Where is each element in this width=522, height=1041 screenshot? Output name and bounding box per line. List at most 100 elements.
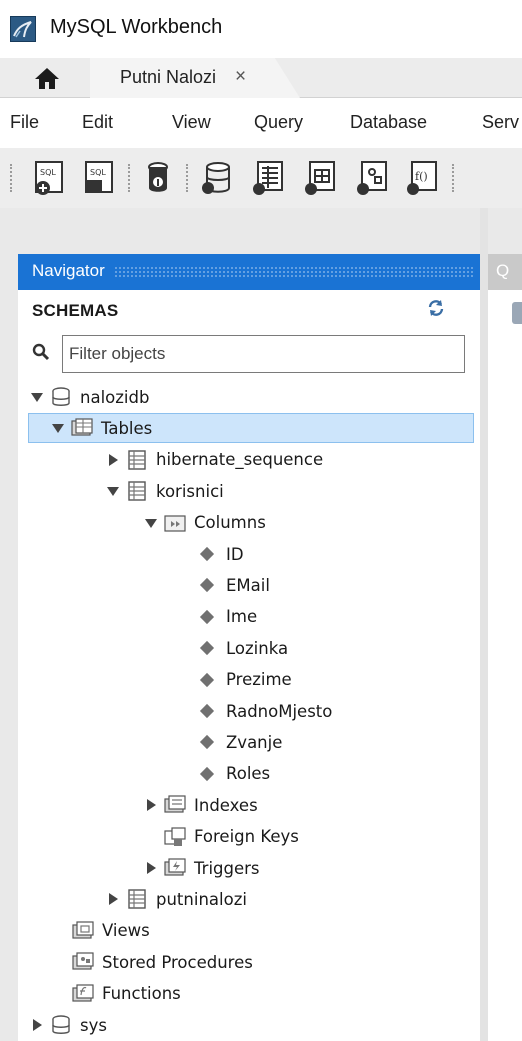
tree-item-label: ID bbox=[226, 544, 244, 564]
tree-item-label: Tables bbox=[101, 418, 153, 438]
window-title: MySQL Workbench bbox=[50, 16, 223, 38]
tree-item-sys[interactable]: sys bbox=[30, 1010, 107, 1040]
tree-item-views[interactable]: Views bbox=[30, 916, 150, 946]
menu-bar: File Edit View Query Database Serv bbox=[0, 98, 522, 148]
column-icon bbox=[199, 609, 215, 624]
tree-item-lozinka[interactable]: Lozinka bbox=[30, 633, 288, 663]
tree-item-stored-procedures[interactable]: Stored Procedures bbox=[30, 947, 253, 977]
table-icon bbox=[126, 888, 148, 910]
search-icon bbox=[32, 343, 50, 361]
menu-database[interactable]: Database bbox=[350, 112, 427, 133]
tree-item-hibernate-sequence[interactable]: hibernate_sequence bbox=[30, 445, 323, 475]
tree-item-foreign-keys[interactable]: Foreign Keys bbox=[30, 822, 299, 852]
toolbar-separator bbox=[186, 164, 188, 192]
close-icon[interactable]: × bbox=[235, 66, 246, 88]
query-panel bbox=[488, 254, 522, 1041]
database-icon bbox=[50, 1014, 72, 1036]
expand-arrow-icon[interactable] bbox=[106, 892, 120, 906]
column-icon bbox=[199, 766, 215, 781]
navigator-title: Navigator bbox=[32, 261, 105, 280]
expand-arrow-icon[interactable] bbox=[30, 1018, 44, 1032]
tree-item-prezime[interactable]: Prezime bbox=[30, 665, 292, 695]
tree-item-label: Zvanje bbox=[226, 732, 283, 752]
create-function-icon[interactable]: f() bbox=[402, 158, 442, 198]
tree-item-label: sys bbox=[80, 1015, 107, 1035]
menu-query[interactable]: Query bbox=[254, 112, 303, 133]
tree-item-korisnici[interactable]: korisnici bbox=[30, 476, 224, 506]
title-bar: MySQL Workbench bbox=[0, 0, 522, 58]
tree-item-label: Triggers bbox=[194, 858, 260, 878]
collapse-arrow-icon[interactable] bbox=[51, 421, 65, 435]
tab-putni-nalozi[interactable]: Putni Nalozi × bbox=[90, 58, 300, 98]
indexes-folder-icon bbox=[164, 794, 186, 816]
table-icon bbox=[126, 449, 148, 471]
open-sql-script-icon[interactable]: SQL bbox=[80, 158, 120, 198]
create-table-icon[interactable] bbox=[248, 158, 288, 198]
column-icon bbox=[199, 546, 215, 562]
menu-view[interactable]: View bbox=[172, 112, 211, 133]
column-icon bbox=[199, 578, 215, 593]
filter-objects-input[interactable] bbox=[62, 335, 465, 373]
schemas-label: SCHEMAS bbox=[32, 301, 119, 320]
tree-item-label: RadnoMjesto bbox=[226, 701, 333, 721]
menu-server[interactable]: Serv bbox=[482, 112, 519, 133]
tree-item-nalozidb[interactable]: nalozidb bbox=[30, 382, 149, 412]
tree-item-label: putninalozi bbox=[156, 889, 247, 909]
create-view-icon[interactable] bbox=[300, 158, 340, 198]
toolbar-separator bbox=[452, 164, 454, 192]
column-icon bbox=[199, 703, 215, 719]
home-tab[interactable] bbox=[18, 58, 98, 98]
menu-file[interactable]: File bbox=[10, 112, 39, 133]
tree-item-label: nalozidb bbox=[80, 387, 150, 407]
query-tab-label: Q bbox=[496, 261, 510, 280]
tree-item-label: EMail bbox=[226, 575, 270, 595]
database-icon bbox=[50, 386, 72, 408]
tables-folder-icon bbox=[71, 417, 93, 439]
expand-arrow-icon[interactable] bbox=[106, 453, 120, 467]
tree-item-label: Stored Procedures bbox=[102, 952, 253, 972]
create-procedure-icon[interactable] bbox=[352, 158, 392, 198]
tree-item-roles[interactable]: Roles bbox=[30, 759, 270, 789]
tree-item-triggers[interactable]: Triggers bbox=[30, 853, 260, 883]
panel-splitter[interactable] bbox=[480, 208, 488, 1041]
home-icon bbox=[35, 68, 59, 89]
tree-item-label: Foreign Keys bbox=[194, 827, 299, 847]
column-icon bbox=[199, 672, 215, 687]
svg-text:SQL: SQL bbox=[90, 168, 106, 177]
tree-item-label: Indexes bbox=[194, 795, 258, 815]
svg-text:f(): f() bbox=[415, 170, 428, 183]
tree-item-label: hibernate_sequence bbox=[156, 450, 324, 470]
tree-item-label: Lozinka bbox=[226, 638, 289, 658]
tree-item-functions[interactable]: Functions bbox=[30, 979, 181, 1009]
navigator-header: Navigator bbox=[18, 254, 480, 290]
create-schema-icon[interactable] bbox=[196, 158, 236, 198]
folder-icon[interactable] bbox=[512, 302, 522, 324]
tree-item-label: korisnici bbox=[156, 481, 224, 501]
refresh-icon[interactable] bbox=[426, 298, 446, 318]
tree-item-zvanje[interactable]: Zvanje bbox=[30, 727, 282, 757]
collapse-arrow-icon[interactable] bbox=[106, 484, 120, 498]
column-icon bbox=[199, 641, 215, 656]
tree-item-email[interactable]: EMail bbox=[30, 570, 270, 600]
tree-item-putninalozi[interactable]: putninalozi bbox=[30, 884, 247, 914]
columns-folder-icon bbox=[164, 512, 186, 534]
tab-label: Putni Nalozi bbox=[120, 67, 217, 87]
tree-item-ime[interactable]: Ime bbox=[30, 602, 257, 632]
new-sql-tab-icon[interactable]: SQL bbox=[30, 158, 70, 198]
tree-item-columns[interactable]: Columns bbox=[30, 508, 266, 538]
collapse-arrow-icon[interactable] bbox=[144, 516, 158, 530]
views-folder-icon bbox=[72, 920, 94, 942]
query-tab[interactable]: Q bbox=[488, 254, 522, 290]
toolbar: SQL SQL f() bbox=[0, 148, 522, 208]
navigator-panel: Navigator SCHEMAS nalozidb Tableshibernat… bbox=[18, 254, 480, 1041]
tree-item-indexes[interactable]: Indexes bbox=[30, 790, 258, 820]
collapse-arrow-icon[interactable] bbox=[30, 390, 44, 404]
tree-item-id[interactable]: ID bbox=[30, 539, 244, 569]
menu-edit[interactable]: Edit bbox=[82, 112, 113, 133]
expand-arrow-icon[interactable] bbox=[144, 798, 158, 812]
tree-item-tables[interactable]: Tables bbox=[28, 413, 474, 444]
toolbar-separator bbox=[10, 164, 12, 192]
tree-item-radnomjesto[interactable]: RadnoMjesto bbox=[30, 696, 332, 726]
expand-arrow-icon[interactable] bbox=[144, 861, 158, 875]
schema-inspector-icon[interactable] bbox=[138, 158, 178, 198]
